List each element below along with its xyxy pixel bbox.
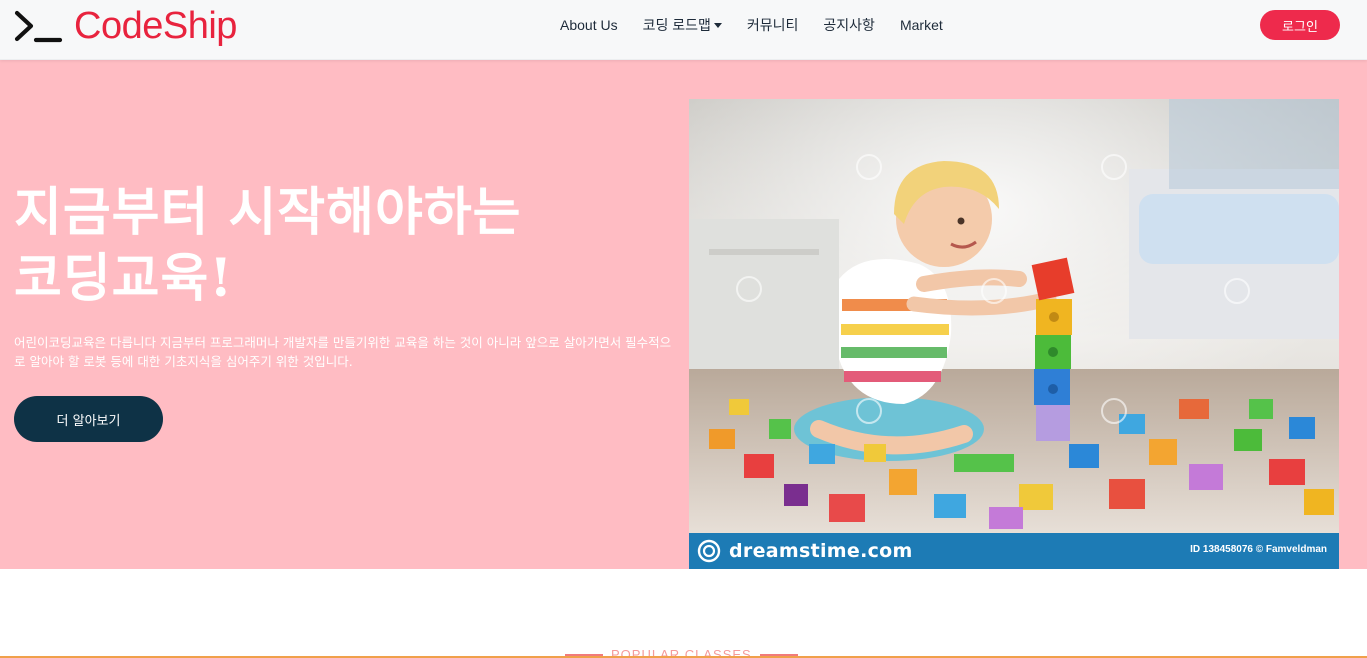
hero-photo: dreamstime.com ID 138458076 © Famveldman [689,99,1339,569]
stock-site-name: dreamstime.com [729,540,913,562]
nav-community[interactable]: 커뮤니티 [747,15,799,35]
nav-coding-roadmap-label: 코딩 로드맵 [642,17,711,33]
main-nav: About Us 코딩 로드맵 커뮤니티 공지사항 Market [560,14,968,36]
nav-coding-roadmap[interactable]: 코딩 로드맵 [643,15,722,35]
learn-more-button[interactable]: 더 알아보기 [14,396,163,442]
nav-about-us[interactable]: About Us [560,17,618,33]
hero-title: 지금부터 시작해야하는 코딩교육! [14,180,674,312]
hero-title-line-1: 지금부터 시작해야하는 [14,182,522,243]
site-header: CodeShip About Us 코딩 로드맵 커뮤니티 공지사항 Marke… [0,0,1367,60]
terminal-prompt-icon [14,10,63,43]
hero-title-line-2: 코딩교육! [14,248,234,309]
nav-about-us-label: About Us [560,17,618,33]
nav-notice[interactable]: 공지사항 [823,15,875,35]
nav-market-label: Market [899,17,943,33]
stock-photo-id: ID 138458076 © Famveldman [1190,544,1327,555]
logo-text: CodeShip [74,5,237,47]
hero-section: 지금부터 시작해야하는 코딩교육! 어린이코딩교육은 다릅니다 지금부터 프로그… [0,60,1367,569]
dreamstime-spiral-icon [697,539,721,563]
login-button[interactable]: 로그인 [1260,10,1340,40]
nav-market[interactable]: Market [900,17,943,33]
nav-notice-label: 공지사항 [823,17,875,33]
logo-link[interactable]: CodeShip [14,4,237,48]
nav-community-label: 커뮤니티 [746,17,799,33]
stock-photo-banner: dreamstime.com ID 138458076 © Famveldman [689,533,1339,569]
child-playing-blocks-illustration [689,99,1339,533]
caret-down-icon [713,22,722,28]
hero-description: 어린이코딩교육은 다릅니다 지금부터 프로그래머나 개발자를 만들기위한 교육을… [14,335,672,369]
